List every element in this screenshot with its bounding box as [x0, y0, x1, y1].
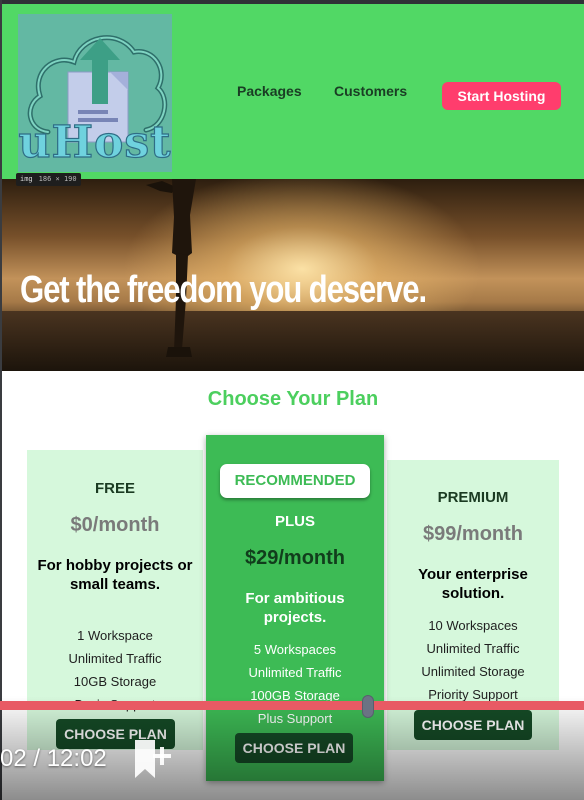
devtools-tag-size: 186 × 190: [38, 175, 77, 183]
choose-plan-button-premium[interactable]: CHOOSE PLAN: [414, 710, 532, 740]
plan-feature: 1 Workspace: [77, 628, 153, 643]
logo-wordmark: uHost: [18, 116, 172, 168]
plan-feature: Unlimited Traffic: [248, 665, 342, 680]
plan-description: For hobby projects or small teams.: [37, 557, 193, 593]
video-time-readout: 02 / 12:02: [0, 745, 107, 772]
hero-banner: Get the freedom you deserve.: [2, 179, 584, 371]
plan-feature: 10GB Storage: [73, 674, 157, 689]
plan-feature: 5 Workspaces: [253, 642, 337, 657]
plan-price: $0/month: [70, 514, 160, 536]
plan-name: FREE: [94, 480, 135, 497]
plan-description: For ambitious projects.: [245, 590, 345, 626]
devtools-element-tag: img 186 × 190: [16, 173, 81, 186]
video-scrubber-handle[interactable]: [362, 695, 374, 718]
plan-feature: Unlimited Storage: [421, 664, 525, 679]
nav-customers-link[interactable]: Customers: [334, 83, 407, 99]
plan-name: PLUS: [274, 513, 315, 530]
plan-feature: 10 Workspaces: [428, 618, 518, 633]
recommended-badge: RECOMMENDED: [220, 464, 370, 498]
plan-feature: Plus Support: [257, 711, 333, 726]
plan-card-plus: RECOMMENDED PLUS $29/month For ambitious…: [206, 435, 384, 781]
plan-name: PREMIUM: [437, 489, 509, 506]
plan-price: $99/month: [422, 523, 524, 545]
hero-headline: Get the freedom you deserve.: [20, 269, 427, 311]
plan-feature-list: 10 Workspaces Unlimited Traffic Unlimite…: [387, 614, 559, 706]
hero-sea: [2, 311, 584, 371]
plan-description: Your enterprise solution.: [418, 566, 528, 602]
plan-feature-list: 5 Workspaces Unlimited Traffic 100GB Sto…: [206, 638, 384, 730]
uhost-logo[interactable]: uHost: [18, 14, 172, 172]
plans-section-title: Choose Your Plan: [207, 388, 379, 410]
bookmark-add-icon[interactable]: [131, 738, 175, 782]
plan-feature: Unlimited Traffic: [426, 641, 520, 656]
start-hosting-button[interactable]: Start Hosting: [442, 82, 561, 110]
site-header: uHost Packages Customers Start Hosting: [2, 4, 584, 179]
choose-plan-button-plus[interactable]: CHOOSE PLAN: [235, 733, 353, 763]
plan-feature: Unlimited Traffic: [68, 651, 162, 666]
nav-packages-link[interactable]: Packages: [237, 83, 302, 99]
video-progress-bar[interactable]: [0, 701, 584, 710]
plan-price: $29/month: [244, 547, 346, 569]
devtools-tag-element: img: [20, 175, 33, 183]
